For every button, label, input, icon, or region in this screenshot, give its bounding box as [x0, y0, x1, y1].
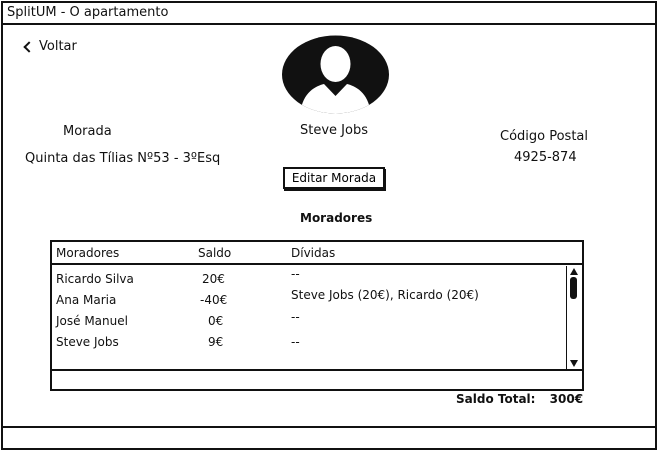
- total-balance-label: Saldo Total:: [456, 392, 536, 406]
- resident-debts: --: [291, 310, 300, 324]
- total-balance: Saldo Total: 300€: [456, 392, 583, 406]
- resident-balance: 20€: [202, 272, 225, 286]
- resident-balance: 0€: [208, 314, 224, 328]
- app-window: SplitUM - O apartamento Voltar Steve Job…: [1, 1, 657, 450]
- scroll-up-arrow-icon[interactable]: [569, 267, 579, 277]
- resident-name: José Manuel: [56, 314, 128, 328]
- title-bar: SplitUM - O apartamento: [3, 3, 655, 25]
- status-bar: [3, 426, 655, 448]
- resident-name: Ana Maria: [56, 293, 117, 307]
- resident-debts: --: [291, 267, 300, 281]
- column-header-saldo: Saldo: [198, 246, 232, 260]
- resident-balance: 9€: [208, 335, 224, 349]
- vertical-scrollbar[interactable]: [566, 266, 580, 369]
- column-header-moradores: Moradores: [56, 246, 120, 260]
- table-header: Moradores Saldo Dívidas: [52, 242, 582, 265]
- address-value: Quinta das Tílias Nº53 - 3ºEsq: [25, 151, 221, 166]
- table-footer: [52, 369, 582, 389]
- column-header-dividas: Dívidas: [291, 246, 336, 260]
- total-balance-value: 300€: [549, 392, 584, 406]
- scroll-thumb[interactable]: [570, 277, 577, 299]
- profile-name: Steve Jobs: [300, 123, 368, 138]
- resident-name: Ricardo Silva: [56, 272, 134, 286]
- residents-section-title: Moradores: [300, 211, 373, 225]
- window-title: SplitUM - O apartamento: [7, 5, 169, 20]
- resident-balance: -40€: [200, 293, 228, 307]
- postal-code-label: Código Postal: [500, 129, 589, 144]
- resident-name: Steve Jobs: [56, 335, 119, 349]
- back-label: Voltar: [39, 39, 77, 54]
- residents-table: Moradores Saldo Dívidas Ricardo Silva 20…: [50, 240, 584, 391]
- edit-address-button[interactable]: Editar Morada: [283, 167, 385, 189]
- scroll-down-arrow-icon[interactable]: [569, 358, 579, 368]
- user-avatar-icon: [282, 35, 389, 114]
- back-button[interactable]: Voltar: [23, 39, 77, 54]
- address-label: Morada: [63, 124, 112, 139]
- resident-debts: Steve Jobs (20€), Ricardo (20€): [291, 288, 479, 302]
- postal-code-value: 4925-874: [514, 150, 577, 165]
- chevron-left-icon: [23, 40, 35, 53]
- resident-debts: --: [291, 335, 300, 349]
